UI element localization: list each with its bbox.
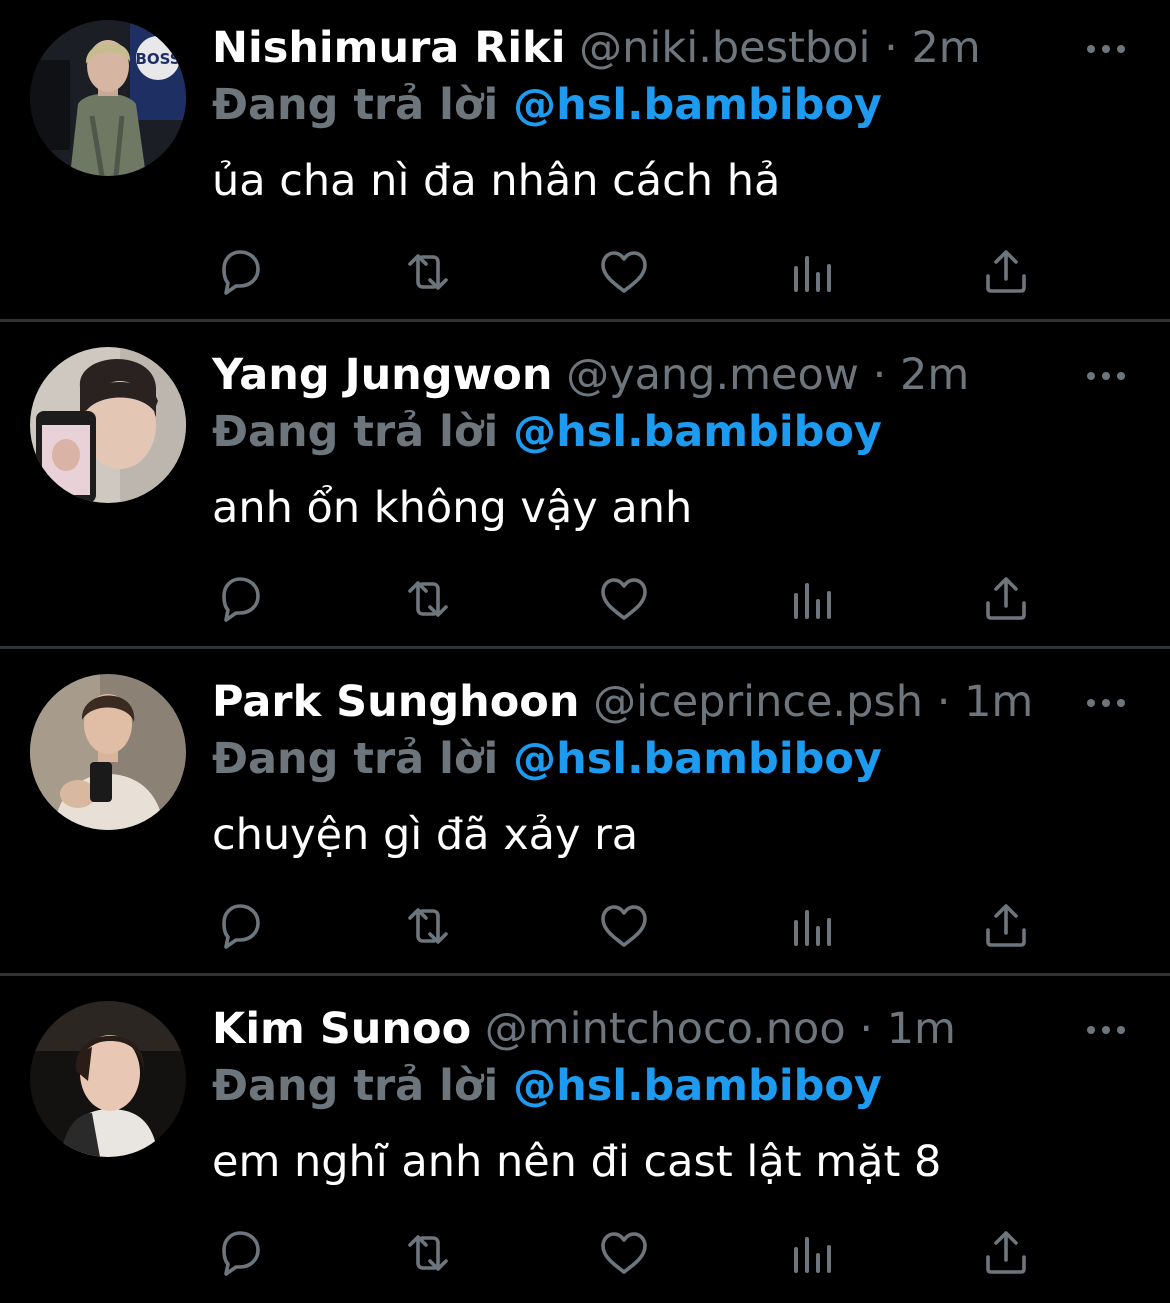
share-icon[interactable]	[978, 898, 1034, 954]
separator-dot: ·	[872, 350, 887, 400]
views-icon[interactable]	[786, 1225, 842, 1281]
separator-dot: ·	[884, 23, 898, 73]
tweet-header: Kim Sunoo @mintchoco.noo · 1m	[212, 999, 1082, 1059]
action-bar	[212, 1225, 1042, 1281]
like-icon[interactable]	[596, 898, 652, 954]
timestamp[interactable]: 2m	[900, 350, 969, 400]
retweet-icon[interactable]	[400, 571, 456, 627]
divider	[0, 646, 1170, 649]
avatar[interactable]	[30, 674, 186, 830]
separator-dot: ·	[936, 677, 951, 727]
reply-feed: BOSS Nishimura Riki @niki.bestboi · 2m Đ…	[0, 0, 1170, 1299]
replying-to-handle[interactable]: @hsl.bambiboy	[513, 80, 882, 130]
replying-to-label: Đang trả lời	[212, 1061, 499, 1111]
more-icon[interactable]	[1084, 361, 1128, 391]
more-icon[interactable]	[1084, 688, 1128, 718]
reply-icon[interactable]	[212, 1225, 268, 1281]
tweet-header: Yang Jungwon @yang.meow · 2m	[212, 345, 1082, 405]
replying-to-handle[interactable]: @hsl.bambiboy	[513, 407, 882, 457]
tweet-header: Park Sunghoon @iceprince.psh · 1m	[212, 672, 1082, 732]
views-icon[interactable]	[786, 898, 842, 954]
tweet-header: Nishimura Riki @niki.bestboi · 2m	[212, 18, 1082, 78]
retweet-icon[interactable]	[400, 898, 456, 954]
tweet-text: chuyện gì đã xảy ra	[212, 810, 639, 860]
tweet-card[interactable]: BOSS Nishimura Riki @niki.bestboi · 2m Đ…	[0, 0, 1170, 322]
avatar-logo-text: BOSS	[135, 50, 180, 68]
separator-dot: ·	[859, 1004, 874, 1054]
replying-to-label: Đang trả lời	[212, 80, 499, 130]
replying-to-label: Đang trả lời	[212, 734, 499, 784]
like-icon[interactable]	[596, 571, 652, 627]
more-icon[interactable]	[1084, 1015, 1128, 1045]
tweet-text: ủa cha nì đa nhân cách hả	[212, 156, 781, 206]
replying-to: Đang trả lời @hsl.bambiboy	[212, 403, 882, 461]
reply-icon[interactable]	[212, 898, 268, 954]
replying-to: Đang trả lời @hsl.bambiboy	[212, 730, 882, 788]
share-icon[interactable]	[978, 244, 1034, 300]
replying-to-handle[interactable]: @hsl.bambiboy	[513, 734, 882, 784]
display-name[interactable]: Nishimura Riki	[212, 23, 565, 73]
avatar[interactable]	[30, 347, 186, 503]
replying-to-handle[interactable]: @hsl.bambiboy	[513, 1061, 882, 1111]
views-icon[interactable]	[786, 571, 842, 627]
views-icon[interactable]	[786, 244, 842, 300]
tweet-text: anh ổn không vậy anh	[212, 483, 693, 533]
user-handle[interactable]: @iceprince.psh	[593, 677, 923, 727]
action-bar	[212, 244, 1042, 300]
timestamp[interactable]: 1m	[887, 1004, 956, 1054]
share-icon[interactable]	[978, 571, 1034, 627]
tweet-card[interactable]: Park Sunghoon @iceprince.psh · 1m Đang t…	[0, 650, 1170, 976]
action-bar	[212, 571, 1042, 627]
tweet-card[interactable]: Kim Sunoo @mintchoco.noo · 1m Đang trả l…	[0, 977, 1170, 1303]
action-bar	[212, 898, 1042, 954]
replying-to: Đang trả lời @hsl.bambiboy	[212, 76, 882, 134]
tweet-card[interactable]: Yang Jungwon @yang.meow · 2m Đang trả lờ…	[0, 323, 1170, 649]
tweet-text: em nghĩ anh nên đi cast lật mặt 8	[212, 1137, 942, 1187]
avatar[interactable]: BOSS	[30, 20, 186, 176]
avatar[interactable]	[30, 1001, 186, 1157]
user-handle[interactable]: @niki.bestboi	[579, 23, 870, 73]
reply-icon[interactable]	[212, 571, 268, 627]
replying-to-label: Đang trả lời	[212, 407, 499, 457]
display-name[interactable]: Yang Jungwon	[212, 350, 552, 400]
replying-to: Đang trả lời @hsl.bambiboy	[212, 1057, 882, 1115]
retweet-icon[interactable]	[400, 244, 456, 300]
more-icon[interactable]	[1084, 34, 1128, 64]
divider	[0, 319, 1170, 322]
display-name[interactable]: Kim Sunoo	[212, 1004, 471, 1054]
display-name[interactable]: Park Sunghoon	[212, 677, 579, 727]
divider	[0, 973, 1170, 976]
like-icon[interactable]	[596, 1225, 652, 1281]
like-icon[interactable]	[596, 244, 652, 300]
timestamp[interactable]: 1m	[964, 677, 1033, 727]
user-handle[interactable]: @mintchoco.noo	[485, 1004, 846, 1054]
timestamp[interactable]: 2m	[911, 23, 980, 73]
reply-icon[interactable]	[212, 244, 268, 300]
retweet-icon[interactable]	[400, 1225, 456, 1281]
user-handle[interactable]: @yang.meow	[566, 350, 859, 400]
share-icon[interactable]	[978, 1225, 1034, 1281]
